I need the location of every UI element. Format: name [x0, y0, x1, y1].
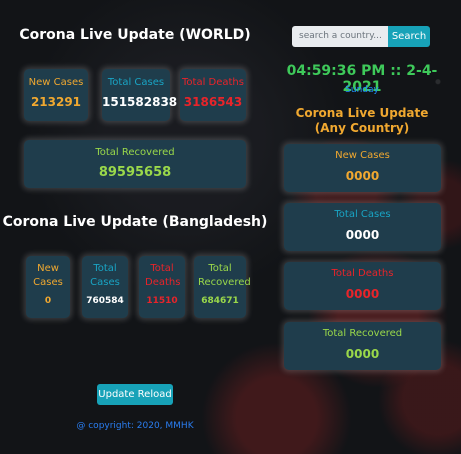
bd-new-cases-card: New Cases 0 — [26, 256, 70, 318]
world-title: Corona Live Update (WORLD) — [19, 27, 251, 43]
bd-total-deaths-card: Total Deaths 11510 — [139, 256, 185, 318]
search-input[interactable]: search a country... — [292, 26, 388, 47]
bd-total-cases-value: 760584 — [86, 296, 124, 306]
any-total-recovered-label: Total Recovered — [322, 328, 403, 339]
copyright-text: @ copyright: 2020, MMHK — [76, 421, 194, 431]
any-new-cases-card: New Cases 0000 — [284, 144, 441, 192]
world-new-cases-value: 213291 — [30, 95, 82, 109]
world-total-recovered-card: Total Recovered 89595658 — [24, 140, 246, 188]
any-new-cases-label: New Cases — [335, 150, 390, 161]
bd-total-deaths-label: Total Deaths — [145, 263, 181, 288]
bd-total-recovered-value: 684671 — [201, 296, 239, 306]
world-total-recovered-label: Total Recovered — [95, 147, 175, 158]
any-total-recovered-value: 0000 — [345, 347, 380, 361]
world-total-cases-value: 151582838 — [102, 95, 178, 109]
bangladesh-title: Corona Live Update (Bangladesh) — [2, 214, 268, 230]
world-total-recovered-value: 89595658 — [98, 165, 172, 180]
bd-total-recovered-card: Total Recovered 684671 — [194, 256, 251, 318]
any-total-recovered-card: Total Recovered 0000 — [284, 322, 441, 370]
world-total-deaths-value: 3186543 — [183, 95, 243, 109]
world-total-cases-card: Total Cases 151582838 — [102, 69, 178, 121]
bd-new-cases-value: 0 — [44, 296, 52, 306]
bd-total-deaths-value: 11510 — [146, 296, 178, 306]
world-new-cases-label: New Cases — [28, 77, 84, 88]
any-total-cases-card: Total Cases 0000 — [284, 203, 441, 251]
clock-weekday: Sunday — [345, 85, 379, 95]
any-total-deaths-card: Total Deaths 0000 — [284, 262, 441, 310]
any-total-cases-value: 0000 — [345, 228, 380, 242]
any-total-deaths-value: 0000 — [345, 287, 380, 301]
any-country-title: Corona Live Update (Any Country) — [295, 106, 429, 135]
any-total-cases-label: Total Cases — [334, 209, 391, 220]
search-button[interactable]: Search — [388, 26, 430, 47]
bd-total-cases-label: Total Cases — [90, 263, 120, 288]
search-placeholder: search a country... — [299, 31, 382, 41]
any-total-deaths-label: Total Deaths — [331, 268, 394, 279]
any-new-cases-value: 0000 — [345, 169, 380, 183]
world-total-cases-label: Total Cases — [107, 77, 165, 88]
world-new-cases-card: New Cases 213291 — [24, 69, 88, 121]
bd-total-cases-card: Total Cases 760584 — [82, 256, 128, 318]
bd-new-cases-label: New Cases — [33, 263, 63, 288]
world-total-deaths-label: Total Deaths — [182, 77, 244, 88]
world-total-deaths-card: Total Deaths 3186543 — [180, 69, 246, 121]
bd-total-recovered-label: Total Recovered — [198, 263, 251, 288]
update-reload-button[interactable]: Update Reload — [97, 384, 173, 405]
